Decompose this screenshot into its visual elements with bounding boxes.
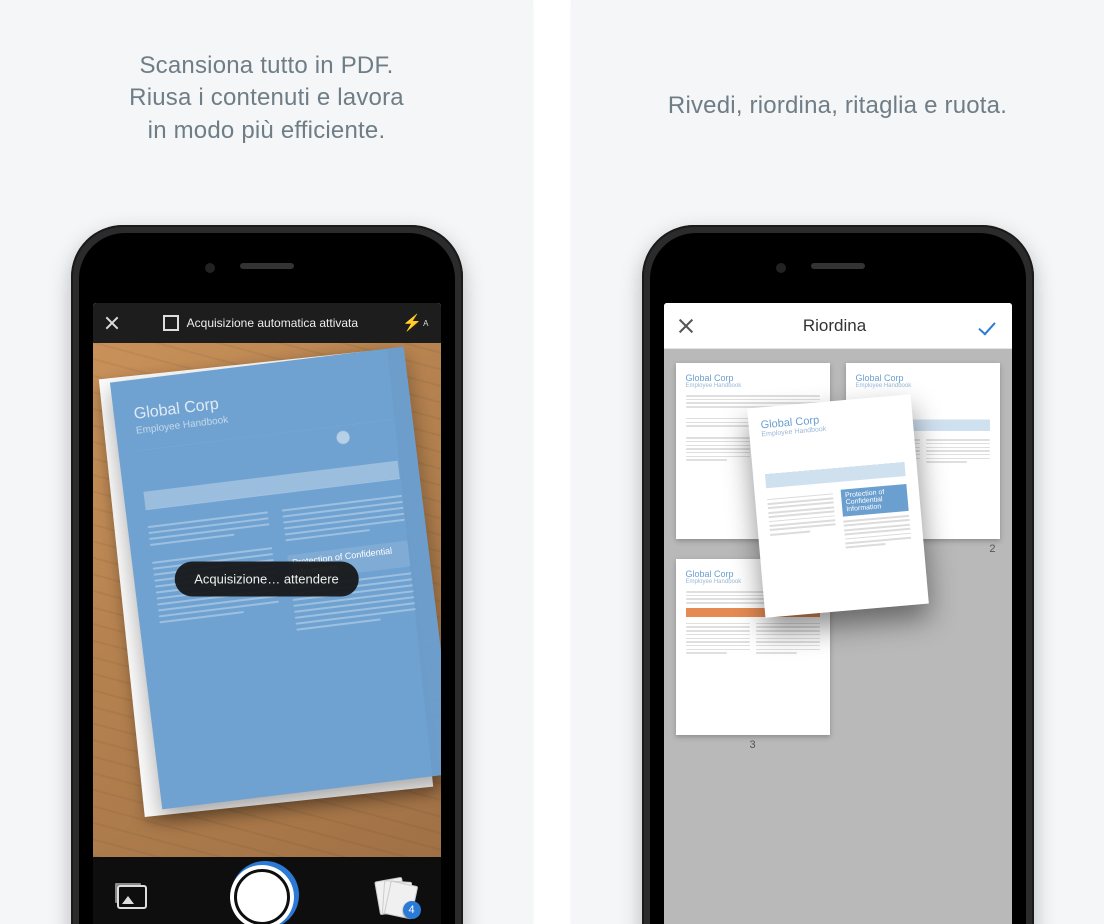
gallery-icon[interactable] bbox=[117, 885, 147, 909]
camera-topbar: Acquisizione automatica attivata ⚡A bbox=[93, 303, 441, 343]
thumb-title: Global Corp bbox=[686, 373, 820, 383]
thumbnail-count-badge: 4 bbox=[403, 901, 421, 919]
shutter-button[interactable] bbox=[234, 869, 290, 924]
thumb-title: Global Corp bbox=[856, 373, 990, 383]
thumb-subtitle: Employee Handbook bbox=[856, 383, 990, 389]
thumbnail-stack[interactable]: 4 bbox=[377, 879, 417, 915]
reorder-title: Riordina bbox=[803, 316, 866, 336]
close-icon[interactable] bbox=[105, 316, 119, 330]
autocapture-icon[interactable] bbox=[163, 315, 179, 331]
floating-page-drag[interactable]: Global Corp Employee Handbook Protection… bbox=[747, 394, 929, 617]
phone-screen-right: Riordina Global Corp Employee Handbook bbox=[664, 303, 1012, 924]
camera-bottombar: 4 bbox=[93, 857, 441, 924]
phone-frame-right: Riordina Global Corp Employee Handbook bbox=[642, 225, 1034, 924]
reorder-body: Global Corp Employee Handbook Global Cor… bbox=[664, 349, 1012, 924]
skyline-graphic bbox=[762, 432, 905, 488]
page-number: 3 bbox=[676, 739, 830, 751]
reorder-topbar: Riordina bbox=[664, 303, 1012, 349]
confirm-icon[interactable] bbox=[976, 318, 998, 334]
camera-viewport: Global Corp Employee Handbook bbox=[93, 343, 441, 857]
phone-screen-left: Acquisizione automatica attivata ⚡A Glob… bbox=[93, 303, 441, 924]
flash-icon[interactable]: ⚡A bbox=[402, 313, 428, 333]
floating-section-heading: Protection of Confidential Information bbox=[840, 484, 908, 517]
screenshot-panel-left: Scansiona tutto in PDF. Riusa i contenut… bbox=[0, 0, 533, 924]
thumb-subtitle: Employee Handbook bbox=[686, 383, 820, 389]
close-icon[interactable] bbox=[678, 318, 694, 334]
capture-toast: Acquisizione… attendere bbox=[174, 562, 359, 597]
headline-right: Rivedi, riordina, ritaglia e ruota. bbox=[571, 0, 1104, 122]
autocapture-label[interactable]: Acquisizione automatica attivata bbox=[187, 316, 358, 330]
phone-frame-left: Acquisizione automatica attivata ⚡A Glob… bbox=[71, 225, 463, 924]
headline-left: Scansiona tutto in PDF. Riusa i contenut… bbox=[0, 0, 533, 147]
screenshot-panel-right: Rivedi, riordina, ritaglia e ruota. Rior… bbox=[571, 0, 1104, 924]
